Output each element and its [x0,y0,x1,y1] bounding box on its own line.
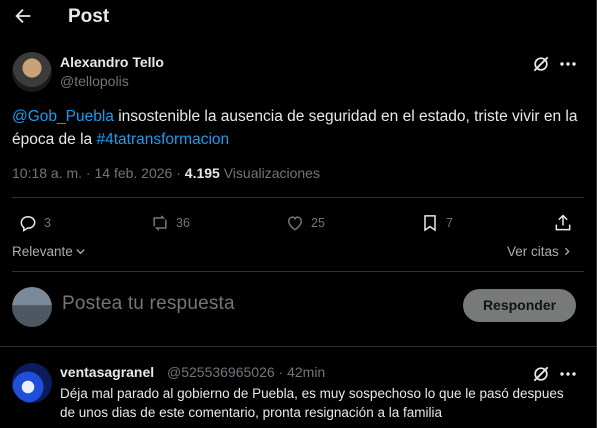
repost-count: 36 [176,216,190,230]
reply-button[interactable]: 3 [18,212,51,234]
views-count: 4.195 [184,165,220,181]
comment-author-handle[interactable]: @525536965026 · 42min [167,364,325,380]
bookmark-button[interactable]: 7 [420,212,453,234]
more-icon[interactable] [558,366,578,382]
avatar[interactable] [12,287,52,327]
reply-submit-button[interactable]: Responder [463,289,576,322]
bookmark-icon [424,215,436,232]
avatar[interactable] [12,52,52,92]
reply-input[interactable]: Postea tu respuesta [62,293,235,315]
views-label: Visualizaciones [219,165,320,181]
share-icon [555,214,571,231]
divider [0,346,596,347]
grok-icon[interactable] [531,364,551,384]
comment-author-name[interactable]: ventasagranel [60,364,154,380]
hashtag-link[interactable]: #4tatransformacion [96,131,229,148]
like-count: 25 [311,216,325,230]
repost-button[interactable]: 36 [150,212,190,234]
author-handle[interactable]: @tellopolis [60,73,129,89]
grok-icon[interactable] [531,54,551,74]
like-icon [287,216,303,231]
mention-link[interactable]: @Gob_Puebla [12,108,114,125]
bookmark-count: 7 [446,216,453,230]
view-quotes-link[interactable]: Ver citas [507,244,572,259]
divider [12,197,584,198]
post-timestamp[interactable]: 10:18 a. m. · 14 feb. 2026 · [12,165,185,181]
chevron-down-icon [76,249,85,255]
page-title: Post [68,6,110,27]
comment-text: Déja mal parado al gobierno de Puebla, e… [60,386,564,420]
share-button[interactable] [553,212,573,234]
reply-icon [20,215,36,232]
avatar[interactable] [12,363,52,403]
back-arrow-icon[interactable] [12,5,34,27]
repost-icon [153,215,167,231]
sort-label: Relevante [12,244,73,259]
post-meta: 10:18 a. m. · 14 feb. 2026 · 4.195 Visua… [12,165,320,181]
post-text: @Gob_Puebla insostenible la ausencia de … [12,105,582,151]
chevron-right-icon [564,247,570,256]
quotes-label: Ver citas [507,244,559,259]
divider [12,271,584,272]
like-button[interactable]: 25 [285,212,325,234]
more-icon[interactable] [558,56,578,72]
author-name[interactable]: Alexandro Tello [60,54,164,70]
header: Post [0,0,596,36]
sort-selector[interactable]: Relevante [12,244,86,259]
reply-count: 3 [44,216,51,230]
